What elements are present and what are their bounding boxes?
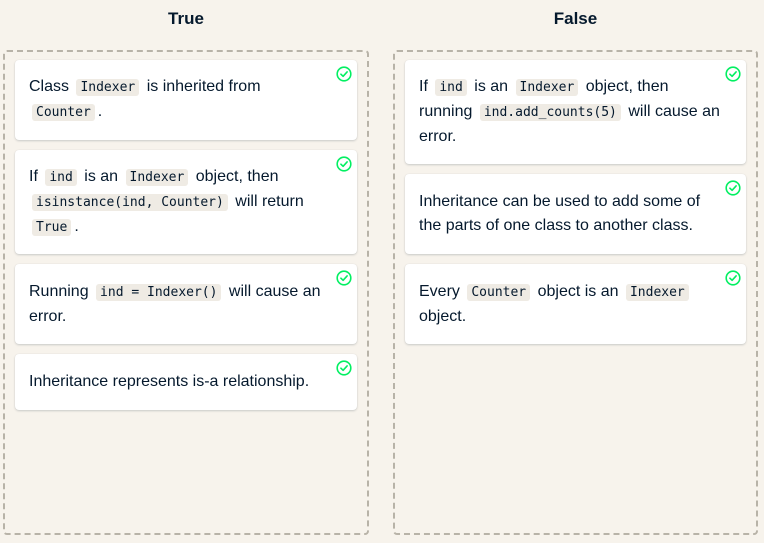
card-text: Class Indexer is inherited from Counter. <box>29 75 333 125</box>
card-text-segment: If <box>29 167 43 185</box>
card-text: Inheritance can be used to add some of t… <box>419 190 722 238</box>
card-text-segment: Every <box>419 282 465 300</box>
card-text-segment: Class <box>29 78 74 95</box>
answer-card-false-1[interactable]: If ind is an Indexer object, then runnin… <box>405 60 746 164</box>
code-snippet: ind <box>435 79 467 96</box>
card-text-segment: Inheritance can be used to add some of t… <box>419 193 701 234</box>
answer-card-true-1[interactable]: Class Indexer is inherited from Counter. <box>15 60 357 140</box>
code-snippet: ind.add_counts(5) <box>479 104 621 121</box>
card-text-segment: is an <box>79 167 123 185</box>
answer-card-true-3[interactable]: Running ind = Indexer() will cause an er… <box>15 264 357 344</box>
check-circle-icon <box>725 66 741 82</box>
code-snippet: ind = Indexer() <box>96 283 222 301</box>
card-text: Every Counter object is an Indexer objec… <box>419 280 722 329</box>
card-text-segment: If <box>419 78 433 95</box>
code-snippet: Indexer <box>76 79 140 96</box>
card-text-segment: object. <box>419 307 467 325</box>
code-snippet: Indexer <box>515 79 579 96</box>
card-text-segment: Inheritance represents is-a relationship… <box>29 373 310 390</box>
answer-card-false-3[interactable]: Every Counter object is an Indexer objec… <box>405 264 746 344</box>
check-circle-icon <box>336 270 352 286</box>
code-snippet: Indexer <box>125 168 189 186</box>
card-text-segment: object is an <box>533 282 623 300</box>
card-text-segment: . <box>97 103 103 120</box>
code-snippet: ind <box>45 168 77 186</box>
card-text: If ind is an Indexer object, then runnin… <box>419 75 722 149</box>
check-circle-icon <box>336 156 352 172</box>
answer-card-false-2[interactable]: Inheritance can be used to add some of t… <box>405 174 746 254</box>
code-snippet: Indexer <box>625 283 689 301</box>
code-snippet: isinstance(ind, Counter) <box>32 193 228 211</box>
dropzone-false[interactable]: If ind is an Indexer object, then runnin… <box>393 50 758 535</box>
column-title-true: True <box>168 9 204 28</box>
card-text-segment: object, then <box>191 167 279 185</box>
check-circle-icon <box>725 270 741 286</box>
card-text: If ind is an Indexer object, then isinst… <box>29 165 333 240</box>
code-snippet: True <box>32 218 72 236</box>
card-text-segment: is inherited from <box>142 78 261 95</box>
code-snippet: Counter <box>32 104 95 121</box>
card-text-segment: is an <box>469 78 513 95</box>
answer-card-true-4[interactable]: Inheritance represents is-a relationship… <box>15 354 357 410</box>
card-text-segment: will return <box>230 192 304 210</box>
answer-card-true-2[interactable]: If ind is an Indexer object, then isinst… <box>15 150 357 254</box>
drag-drop-board: True Class Indexer is inherited from Cou… <box>0 0 764 543</box>
card-text: Running ind = Indexer() will cause an er… <box>29 280 333 329</box>
card-text-segment: . <box>74 217 79 235</box>
card-text: Inheritance represents is-a relationship… <box>29 370 309 394</box>
column-title-false: False <box>553 9 598 28</box>
code-snippet: Counter <box>467 283 531 301</box>
card-text-segment: Running <box>29 282 94 300</box>
dropzone-true[interactable]: Class Indexer is inherited from Counter.… <box>3 50 369 535</box>
check-circle-icon <box>336 66 352 82</box>
check-circle-icon <box>336 360 352 376</box>
check-circle-icon <box>725 180 741 196</box>
